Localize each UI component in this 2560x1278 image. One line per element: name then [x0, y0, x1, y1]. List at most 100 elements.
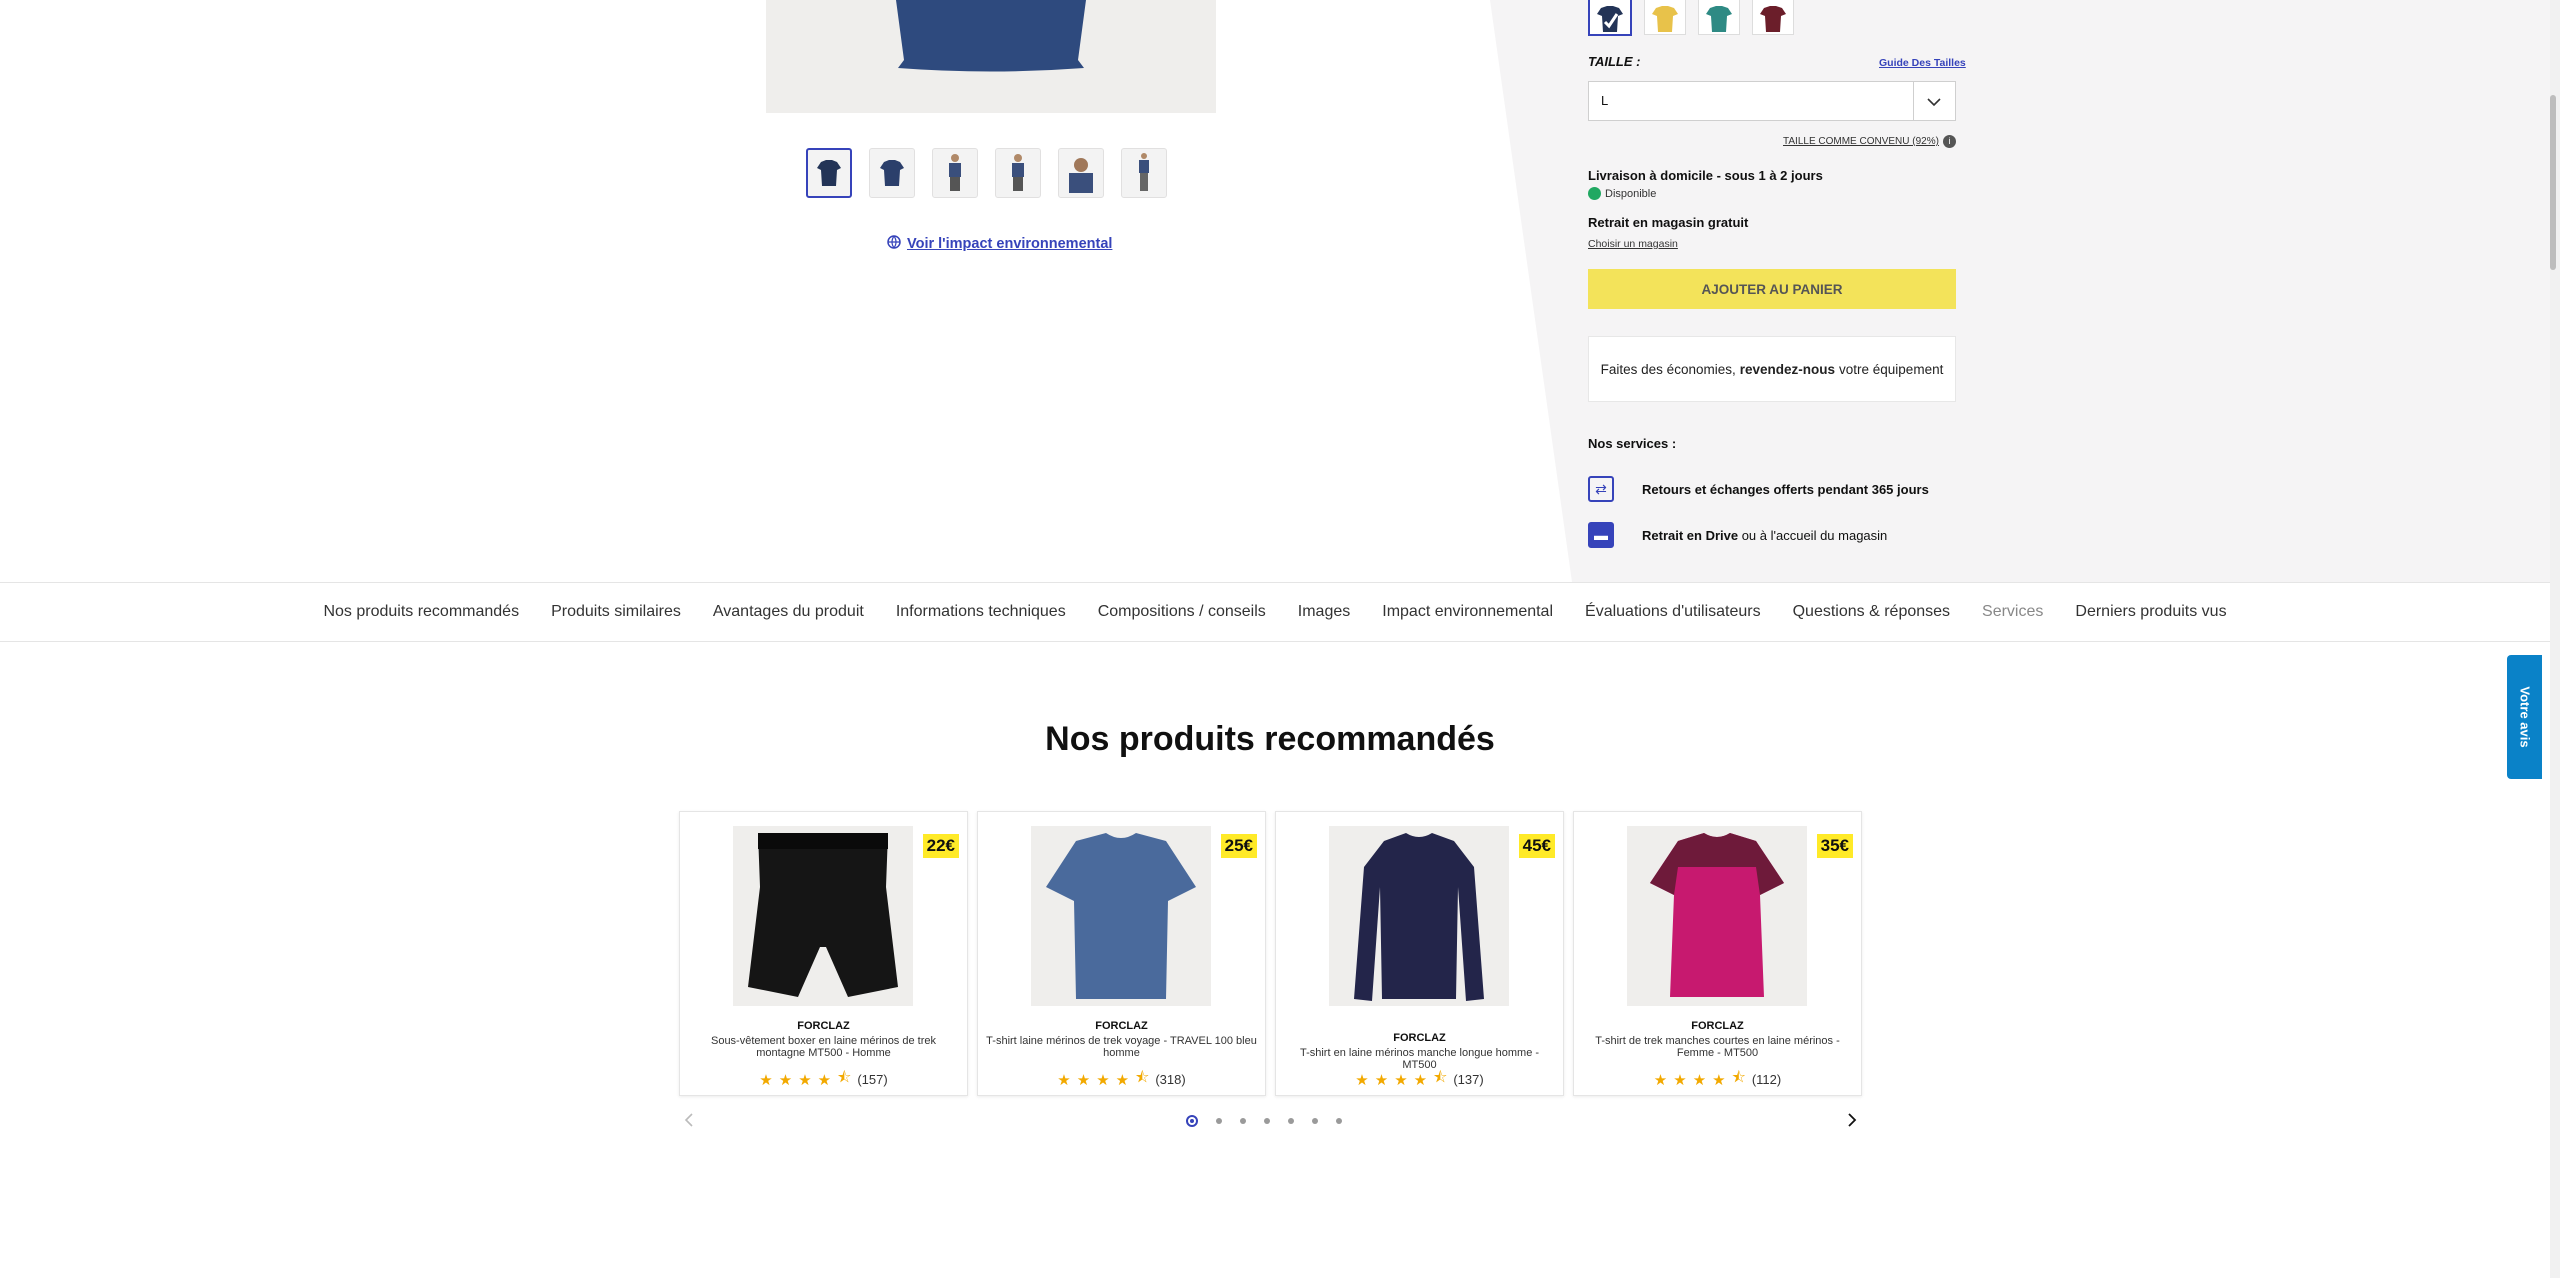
star-icon: ★: [1394, 1071, 1408, 1089]
product-name: T-shirt de trek manches courtes en laine…: [1595, 1035, 1840, 1059]
nav-compositions[interactable]: Compositions / conseils: [1098, 603, 1266, 621]
nav-services[interactable]: Services: [1982, 603, 2043, 621]
environmental-impact-label: Voir l'impact environnemental: [907, 236, 1113, 252]
nav-environmental-impact[interactable]: Impact environnemental: [1382, 603, 1553, 621]
product-rating: ★ ★ ★ ★ ⯪ (318): [978, 1067, 1265, 1092]
color-swatch-burgundy[interactable]: [1752, 0, 1794, 35]
product-name: T-shirt laine mérinos de trek voyage - T…: [986, 1035, 1257, 1059]
resell-banner[interactable]: Faites des économies, revendez-nous votr…: [1588, 336, 1956, 402]
select-divider: [1913, 82, 1914, 120]
carousel-prev-button[interactable]: [683, 1112, 695, 1133]
add-to-cart-label: AJOUTER AU PANIER: [1701, 281, 1843, 297]
size-select[interactable]: L: [1588, 81, 1956, 121]
resell-text-bold: revendez-nous: [1739, 361, 1836, 377]
product-price: 35€: [1816, 834, 1853, 858]
color-swatch-teal[interactable]: [1698, 0, 1740, 35]
product-rating: ★ ★ ★ ★ ⯪ (112): [1574, 1067, 1861, 1092]
thumbnail-3[interactable]: [932, 148, 978, 198]
chevron-right-icon: [1848, 1113, 1857, 1127]
thumbnail-6[interactable]: [1121, 148, 1167, 198]
services-title: Nos services :: [1588, 436, 1677, 451]
size-value: L: [1601, 93, 1609, 108]
recommended-title: Nos produits recommandés: [1045, 720, 1495, 758]
product-price: 45€: [1518, 834, 1555, 858]
product-brand: FORCLAZ: [797, 1020, 850, 1032]
feedback-tab[interactable]: Votre avis: [2507, 655, 2542, 779]
carousel-dot[interactable]: [1312, 1118, 1318, 1124]
star-icon: ★: [1712, 1071, 1726, 1089]
review-count: (137): [1453, 1072, 1484, 1087]
nav-recently-viewed[interactable]: Derniers produits vus: [2075, 603, 2226, 621]
product-brand: FORCLAZ: [1095, 1020, 1148, 1032]
service-drive-text: ou à l'accueil du magasin: [1738, 527, 1888, 543]
color-swatch-yellow[interactable]: [1644, 0, 1686, 35]
globe-icon: [887, 235, 901, 253]
half-star-icon: ⯪: [837, 1069, 852, 1086]
star-icon: ★: [798, 1071, 812, 1089]
half-star-icon: ⯪: [1135, 1069, 1150, 1086]
choose-store-link[interactable]: Choisir un magasin: [1588, 238, 1678, 250]
nav-user-reviews[interactable]: Évaluations d'utilisateurs: [1585, 603, 1761, 621]
service-returns: ⇄ Retours et échanges offerts pendant 36…: [1588, 476, 1929, 502]
star-icon: ★: [1115, 1071, 1130, 1089]
chevron-left-icon: [684, 1113, 693, 1127]
service-returns-text: Retours et échanges offerts pendant 365 …: [1642, 481, 1929, 497]
product-price: 22€: [922, 834, 959, 858]
product-card[interactable]: 45€ FORCLAZ T-shirt en laine mérinos man…: [1275, 811, 1564, 1096]
product-rating: ★ ★ ★ ★ ⯪ (137): [1276, 1067, 1563, 1092]
pickup-title: Retrait en magasin gratuit: [1588, 215, 1749, 230]
size-guide-link[interactable]: Guide Des Tailles: [1879, 57, 1966, 69]
scrollbar-thumb[interactable]: [2550, 95, 2556, 270]
star-icon: ★: [1673, 1071, 1687, 1089]
info-icon: i: [1942, 135, 1956, 148]
thumbnail-2[interactable]: [869, 148, 915, 198]
thumbnail-1[interactable]: [806, 148, 852, 198]
product-image: [1329, 826, 1509, 1006]
star-icon: ★: [778, 1071, 793, 1089]
product-brand: FORCLAZ: [1691, 1020, 1744, 1032]
carousel-dot[interactable]: [1240, 1118, 1246, 1124]
thumbnail-4[interactable]: [995, 148, 1041, 198]
thumbnail-5[interactable]: [1058, 148, 1104, 198]
nav-images[interactable]: Images: [1298, 603, 1350, 621]
star-icon: ★: [1413, 1071, 1428, 1089]
nav-similar[interactable]: Produits similaires: [551, 603, 681, 621]
store-pickup-icon: ▬: [1588, 522, 1614, 548]
carousel-next-button[interactable]: [1846, 1112, 1858, 1133]
nav-recommended[interactable]: Nos produits recommandés: [323, 603, 519, 621]
star-icon: ★: [1096, 1071, 1110, 1089]
review-count: (112): [1751, 1072, 1782, 1087]
size-label: TAILLE :: [1588, 54, 1641, 69]
half-star-icon: ⯪: [1433, 1069, 1448, 1086]
product-card[interactable]: 25€ FORCLAZ T-shirt laine mérinos de tre…: [977, 811, 1266, 1096]
carousel-dot[interactable]: [1186, 1115, 1198, 1127]
carousel-dot[interactable]: [1288, 1118, 1294, 1124]
carousel-dot[interactable]: [1264, 1118, 1270, 1124]
star-icon: ★: [1692, 1071, 1707, 1089]
page-scrollbar[interactable]: [2550, 0, 2560, 1278]
product-name: Sous-vêtement boxer en laine mérinos de …: [710, 1035, 936, 1059]
environmental-impact-link[interactable]: Voir l'impact environnemental: [887, 235, 1112, 253]
product-rating: ★ ★ ★ ★ ⯪ (157): [680, 1067, 967, 1092]
nav-advantages[interactable]: Avantages du produit: [713, 603, 864, 621]
star-icon: ★: [1355, 1071, 1369, 1089]
carousel-dot[interactable]: [1336, 1118, 1342, 1124]
color-swatches: [1588, 0, 1794, 36]
star-icon: ★: [817, 1071, 832, 1089]
star-icon: ★: [1653, 1071, 1668, 1089]
review-count: (157): [857, 1072, 888, 1087]
star-icon: ★: [759, 1071, 773, 1089]
add-to-cart-button[interactable]: AJOUTER AU PANIER: [1588, 269, 1956, 309]
color-swatch-navy[interactable]: [1588, 0, 1632, 36]
nav-questions[interactable]: Questions & réponses: [1793, 603, 1950, 621]
product-card[interactable]: 22€ FORCLAZ Sous-vêtement boxer en laine…: [679, 811, 968, 1096]
size-fit-indicator[interactable]: TAILLE COMME CONVENU (92%) i: [1783, 135, 1956, 148]
product-card[interactable]: 35€ FORCLAZ T-shirt de trek manches cour…: [1573, 811, 1862, 1096]
delivery-title: Livraison à domicile - sous 1 à 2 jours: [1588, 168, 1823, 183]
nav-technical-info[interactable]: Informations techniques: [896, 603, 1066, 621]
main-product-image[interactable]: [766, 0, 1216, 113]
carousel-dot[interactable]: [1216, 1118, 1222, 1124]
recommended-carousel: 22€ FORCLAZ Sous-vêtement boxer en laine…: [679, 811, 1862, 1096]
service-drive: ▬ Retrait en Drive ou à l'accueil du mag…: [1588, 522, 1887, 548]
half-star-icon: ⯪: [1731, 1069, 1746, 1086]
